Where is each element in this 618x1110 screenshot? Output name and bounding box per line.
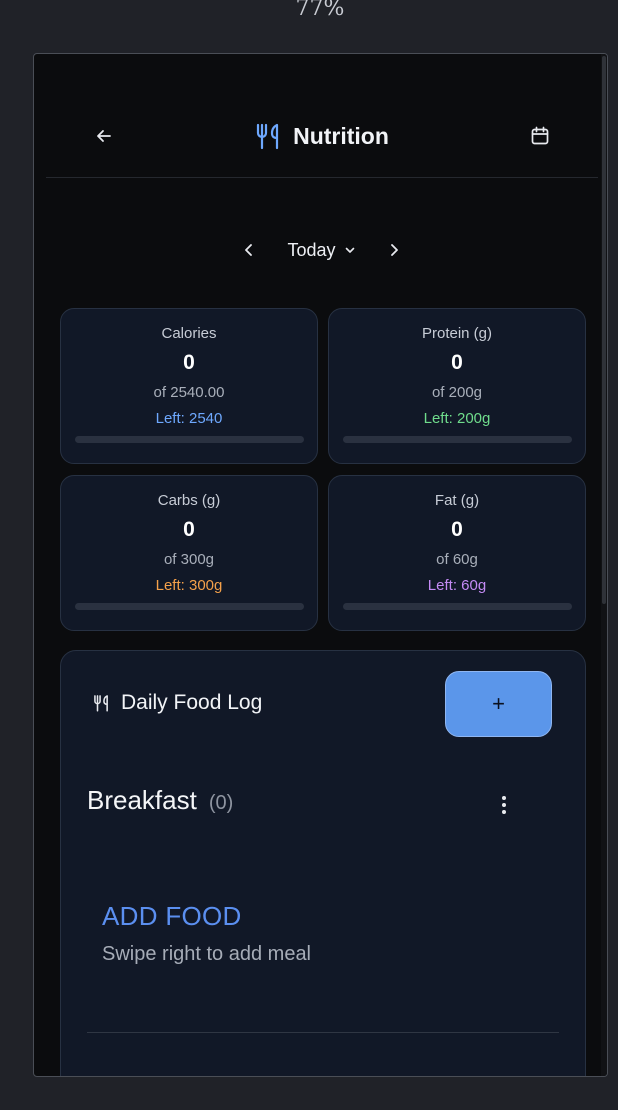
next-day-button[interactable]	[366, 230, 422, 270]
macro-label: Calories	[161, 325, 217, 342]
macro-remaining: Left: 2540	[155, 410, 223, 427]
add-food-button[interactable]: ADD FOOD	[102, 901, 242, 932]
fat-card: Fat (g) 0 of 60g Left: 60g	[328, 475, 586, 631]
macro-label: Carbs (g)	[157, 492, 221, 509]
utensils-icon	[94, 695, 108, 712]
daily-food-log: Daily Food Log + Breakfast (0) ADD FOOD …	[60, 650, 586, 1076]
macro-label: Fat (g)	[434, 492, 480, 509]
date-label: Today	[287, 239, 336, 260]
macro-remaining: Left: 300g	[155, 577, 223, 594]
previous-day-button[interactable]	[221, 230, 277, 270]
macro-remaining: Left: 200g	[423, 410, 491, 427]
chevron-down-icon	[345, 247, 354, 253]
macro-target: of 2540.00	[153, 384, 225, 401]
macro-value: 0	[451, 518, 463, 541]
scrollbar[interactable]	[601, 54, 607, 1076]
food-log-title: Daily Food Log	[121, 691, 263, 714]
zoom-level: 77%	[295, 0, 345, 21]
food-log-header: Daily Food Log	[93, 691, 262, 715]
calories-card: Calories 0 of 2540.00 Left: 2540	[60, 308, 318, 464]
add-entry-button[interactable]: +	[445, 671, 552, 737]
more-vertical-icon	[502, 796, 506, 814]
swipe-hint: Swipe right to add meal	[102, 943, 312, 965]
chevron-left-icon	[245, 244, 253, 256]
macro-progress-bar	[342, 436, 572, 443]
meal-menu-button[interactable]	[491, 789, 517, 821]
carbs-card: Carbs (g) 0 of 300g Left: 300g	[60, 475, 318, 631]
divider	[87, 1032, 559, 1033]
meal-header: Breakfast (0)	[87, 785, 537, 816]
meal-name: Breakfast	[87, 785, 197, 815]
page-title-group: Nutrition	[46, 116, 598, 156]
macro-remaining: Left: 60g	[427, 577, 487, 594]
scrollbar-thumb[interactable]	[602, 56, 606, 604]
header: Nutrition	[46, 96, 598, 178]
date-selector[interactable]: Today	[277, 240, 365, 261]
macro-progress-bar	[342, 603, 572, 610]
macro-progress-bar	[74, 603, 304, 610]
calendar-button[interactable]	[520, 116, 560, 156]
macro-value: 0	[183, 518, 195, 541]
chevron-right-icon	[390, 244, 398, 256]
macro-label: Protein (g)	[421, 325, 493, 342]
macro-target: of 200g	[431, 384, 483, 401]
date-navigator: Today	[34, 230, 607, 270]
protein-card: Protein (g) 0 of 200g Left: 200g	[328, 308, 586, 464]
macro-target: of 60g	[436, 551, 478, 568]
macro-value: 0	[451, 351, 463, 374]
meal-count: (0)	[208, 792, 234, 814]
page-title: Nutrition	[293, 122, 389, 149]
macro-target: of 300g	[163, 551, 215, 568]
macro-progress-bar	[74, 436, 304, 443]
macro-value: 0	[183, 351, 195, 374]
app-window: Nutrition Today Calories 0 of 2540.00 Le…	[33, 53, 608, 1077]
calendar-icon	[531, 126, 549, 145]
utensils-icon	[256, 123, 279, 150]
